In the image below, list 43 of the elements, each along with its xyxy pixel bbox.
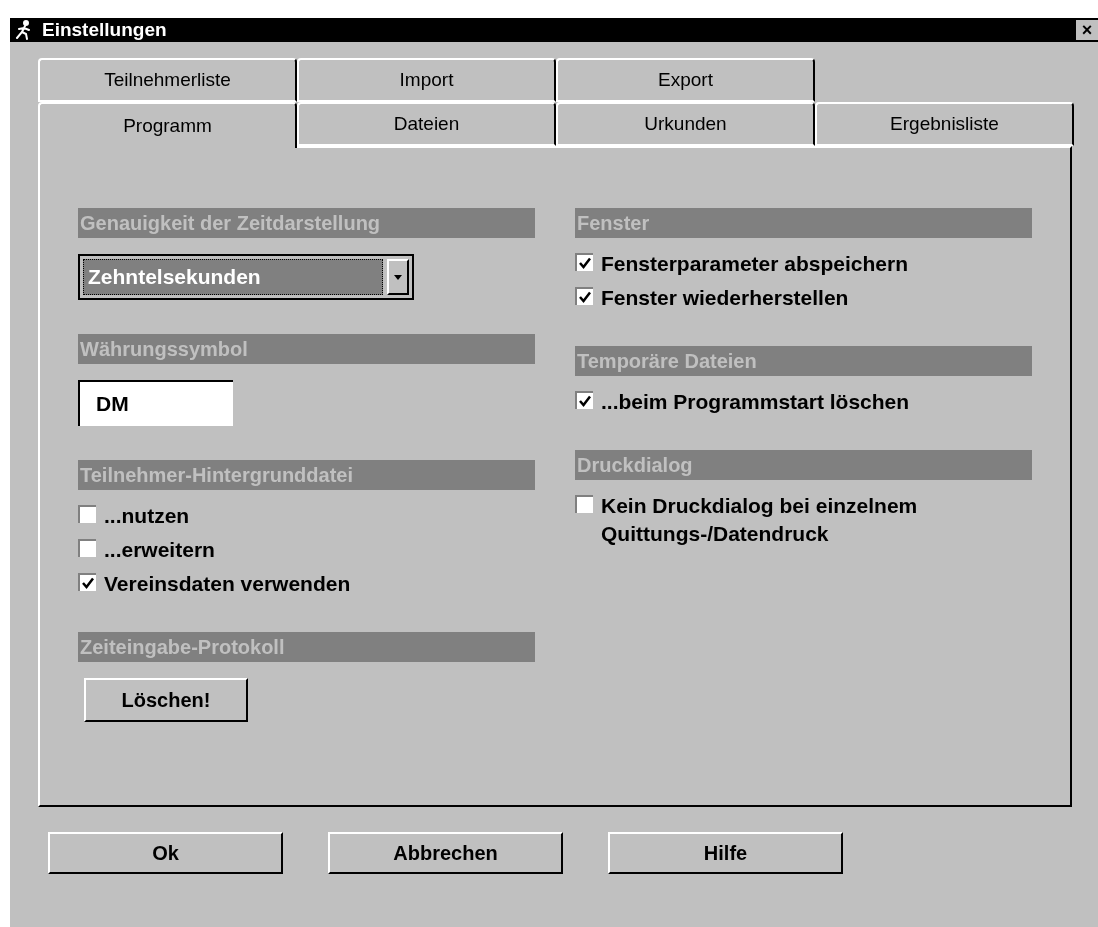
tab[interactable]: Teilnehmerliste bbox=[38, 58, 297, 102]
dialog-button[interactable]: Hilfe bbox=[608, 832, 843, 874]
window-title: Einstellungen bbox=[42, 17, 167, 42]
checkbox[interactable] bbox=[78, 505, 96, 523]
section-header: Druckdialog bbox=[575, 450, 1032, 480]
checkbox[interactable] bbox=[575, 253, 593, 271]
checkbox-label: Fenster wiederherstellen bbox=[601, 285, 849, 311]
checkbox-label: Vereinsdaten verwenden bbox=[104, 571, 351, 597]
checkmark-icon bbox=[579, 395, 591, 407]
checkbox[interactable] bbox=[575, 495, 593, 513]
tab[interactable]: Import bbox=[297, 58, 556, 102]
checkmark-icon bbox=[82, 577, 94, 589]
section-header: Zeiteingabe-Protokoll bbox=[78, 632, 535, 662]
checkbox-label: Fensterparameter abspeichern bbox=[601, 251, 908, 277]
section-header: Genauigkeit der Zeitdarstellung bbox=[78, 208, 535, 238]
checkbox[interactable] bbox=[78, 573, 96, 591]
checkbox-label: ...nutzen bbox=[104, 503, 190, 529]
checkmark-icon bbox=[579, 291, 591, 303]
section-header: Temporäre Dateien bbox=[575, 346, 1032, 376]
caret-icon bbox=[394, 274, 402, 280]
dialog-button[interactable]: Abbrechen bbox=[328, 832, 563, 874]
delete-button[interactable]: Löschen! bbox=[84, 678, 248, 722]
tab[interactable]: Programm bbox=[38, 102, 297, 148]
dropdown[interactable]: Zehntelsekunden bbox=[78, 254, 414, 300]
checkbox[interactable] bbox=[575, 287, 593, 305]
checkbox-label: ...erweitern bbox=[104, 537, 215, 563]
tab[interactable]: Export bbox=[556, 58, 815, 102]
section-header: Währungssymbol bbox=[78, 334, 535, 364]
tab[interactable]: Dateien bbox=[297, 102, 556, 146]
section-header: Teilnehmer-Hintergrunddatei bbox=[78, 460, 535, 490]
close-button[interactable]: × bbox=[1076, 20, 1098, 40]
section-header: Fenster bbox=[575, 208, 1032, 238]
input-field[interactable]: DM bbox=[78, 380, 233, 426]
checkbox-label: Kein Druckdialog bei einzelnem Quittungs-/Datendruck bbox=[601, 493, 919, 547]
tab[interactable]: Ergebnisliste bbox=[815, 102, 1074, 146]
checkbox[interactable] bbox=[78, 539, 96, 557]
dropdown-value: Zehntelsekunden bbox=[83, 259, 383, 295]
checkbox-label: ...beim Programmstart löschen bbox=[601, 389, 910, 415]
dropdown-arrow-button[interactable] bbox=[387, 259, 409, 295]
checkbox[interactable] bbox=[575, 391, 593, 409]
checkmark-icon bbox=[579, 257, 591, 269]
dialog-button[interactable]: Ok bbox=[48, 832, 283, 874]
tab[interactable]: Urkunden bbox=[556, 102, 815, 146]
